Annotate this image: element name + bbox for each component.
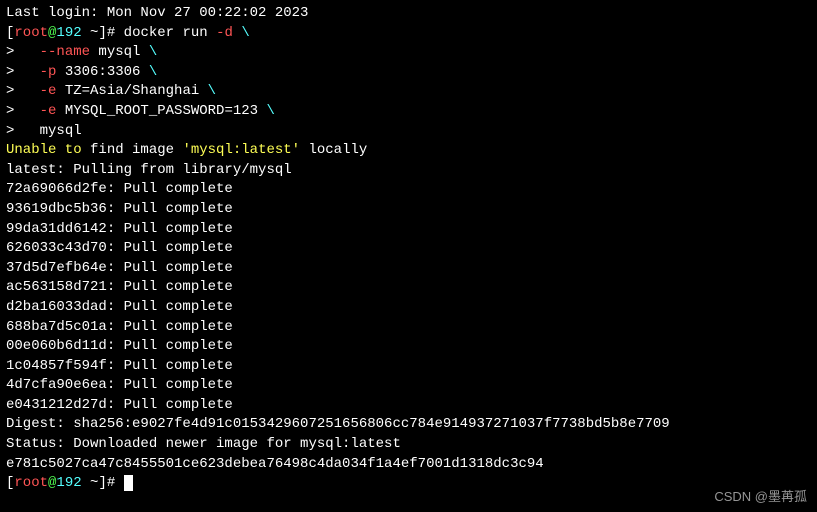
prompt-user: root bbox=[14, 25, 48, 41]
pull-layer: 37d5d7efb64e: Pull complete bbox=[6, 259, 811, 279]
watermark: CSDN @墨苒孤 bbox=[714, 488, 807, 506]
pull-layer: 1c04857f594f: Pull complete bbox=[6, 357, 811, 377]
prompt-cont-env2: > -e MYSQL_ROOT_PASSWORD=123 \ bbox=[6, 102, 811, 122]
prompt-line-1: [root@192 ~]# docker run -d \ bbox=[6, 24, 811, 44]
pull-layer: 00e060b6d11d: Pull complete bbox=[6, 337, 811, 357]
last-login: Last login: Mon Nov 27 00:22:02 2023 bbox=[6, 4, 811, 24]
pull-layer: 688ba7d5c01a: Pull complete bbox=[6, 318, 811, 338]
pull-layer: 4d7cfa90e6ea: Pull complete bbox=[6, 376, 811, 396]
pull-layer: d2ba16033dad: Pull complete bbox=[6, 298, 811, 318]
prompt-cont-env1: > -e TZ=Asia/Shanghai \ bbox=[6, 82, 811, 102]
terminal-output[interactable]: Last login: Mon Nov 27 00:22:02 2023 [ro… bbox=[6, 4, 811, 494]
unable-line: Unable to find image 'mysql:latest' loca… bbox=[6, 141, 811, 161]
cursor bbox=[124, 475, 133, 491]
prompt-cont-name: > --name mysql \ bbox=[6, 43, 811, 63]
prompt-cont-image: > mysql bbox=[6, 122, 811, 142]
pull-layer: 99da31dd6142: Pull complete bbox=[6, 220, 811, 240]
pull-layer: e0431212d27d: Pull complete bbox=[6, 396, 811, 416]
prompt-line-end[interactable]: [root@192 ~]# bbox=[6, 474, 811, 494]
container-id: e781c5027ca47c8455501ce623debea76498c4da… bbox=[6, 455, 811, 475]
pull-layer: ac563158d721: Pull complete bbox=[6, 278, 811, 298]
pull-layer: 626033c43d70: Pull complete bbox=[6, 239, 811, 259]
cmd-docker: docker run bbox=[124, 25, 216, 41]
prompt-host: 192 bbox=[56, 25, 81, 41]
prompt-cont-port: > -p 3306:3306 \ bbox=[6, 63, 811, 83]
pull-layer: 93619dbc5b36: Pull complete bbox=[6, 200, 811, 220]
digest-line: Digest: sha256:e9027fe4d91c0153429607251… bbox=[6, 415, 811, 435]
pulling-line: latest: Pulling from library/mysql bbox=[6, 161, 811, 181]
status-line: Status: Downloaded newer image for mysql… bbox=[6, 435, 811, 455]
pull-layer: 72a69066d2fe: Pull complete bbox=[6, 180, 811, 200]
